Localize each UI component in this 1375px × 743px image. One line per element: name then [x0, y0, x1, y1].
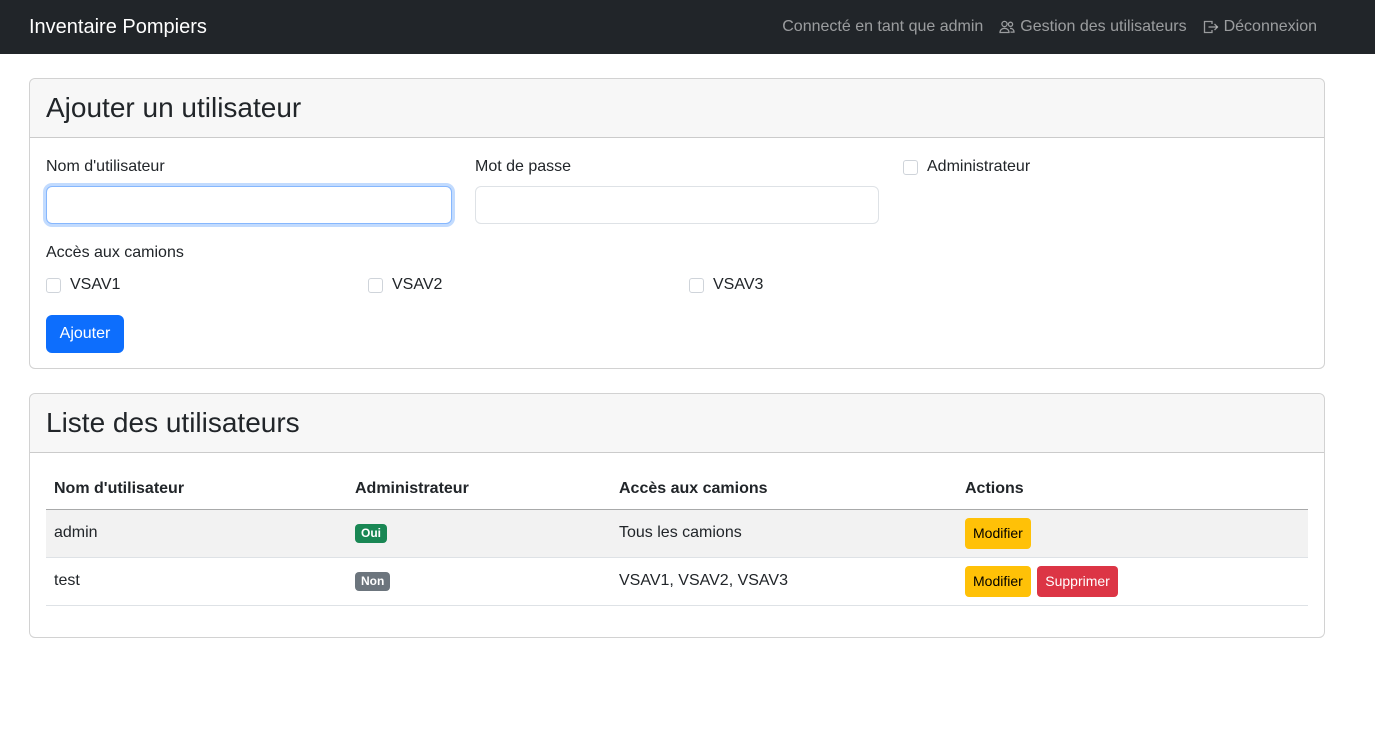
- column-header-trucks: Accès aux camions: [611, 469, 957, 510]
- add-user-card: Ajouter un utilisateur Nom d'utilisateur…: [29, 78, 1325, 369]
- logout-link[interactable]: Déconnexion: [1203, 16, 1317, 38]
- add-user-button[interactable]: Ajouter: [46, 315, 124, 353]
- delete-user-button[interactable]: Supprimer: [1037, 565, 1118, 597]
- user-list-card: Liste des utilisateurs Nom d'utilisateur…: [29, 393, 1325, 638]
- password-label: Mot de passe: [475, 158, 572, 175]
- navbar: Inventaire Pompiers Connecté en tant que…: [0, 0, 1375, 54]
- user-management-label: Gestion des utilisateurs: [1020, 18, 1187, 35]
- admin-checkbox-label: Administrateur: [927, 158, 1031, 175]
- admin-cell: Non: [347, 557, 611, 606]
- box-arrow-right-icon: [1203, 20, 1219, 34]
- edit-user-button[interactable]: Modifier: [965, 565, 1031, 597]
- table-row: test Non VSAV1, VSAV2, VSAV3 Modifier Su…: [46, 557, 1308, 606]
- edit-user-button[interactable]: Modifier: [965, 517, 1031, 549]
- navbar-right: Connecté en tant que admin Gestion des u…: [782, 16, 1317, 38]
- trucks-label: Accès aux camions: [46, 244, 184, 261]
- table-header-row: Nom d'utilisateur Administrateur Accès a…: [46, 469, 1308, 510]
- brand-link[interactable]: Inventaire Pompiers: [29, 14, 207, 40]
- column-header-admin: Administrateur: [347, 469, 611, 510]
- add-user-card-header: Ajouter un utilisateur: [30, 79, 1324, 138]
- logged-in-text: Connecté en tant que admin: [782, 18, 984, 35]
- truck-checkbox[interactable]: [46, 277, 61, 293]
- column-header-username: Nom d'utilisateur: [46, 469, 347, 510]
- username-cell: admin: [46, 509, 347, 558]
- actions-cell: Modifier: [957, 509, 1308, 558]
- user-list-card-header: Liste des utilisateurs: [30, 394, 1324, 453]
- table-row: admin Oui Tous les camions Modifier: [46, 509, 1308, 558]
- truck-checkbox-label: VSAV3: [713, 276, 764, 293]
- user-management-link[interactable]: Gestion des utilisateurs: [999, 16, 1187, 38]
- admin-status-badge: Oui: [355, 523, 387, 543]
- trucks-cell: Tous les camions: [611, 509, 957, 558]
- truck-option-vsav1: VSAV1: [46, 275, 120, 295]
- logout-label: Déconnexion: [1223, 18, 1317, 35]
- add-user-title: Ajouter un utilisateur: [46, 92, 302, 123]
- actions-cell: Modifier Supprimer: [957, 557, 1308, 606]
- admin-cell: Oui: [347, 509, 611, 558]
- admin-checkbox-row: Administrateur: [903, 157, 1030, 177]
- truck-option-vsav2: VSAV2: [368, 275, 442, 295]
- trucks-cell: VSAV1, VSAV2, VSAV3: [611, 557, 957, 606]
- username-cell: test: [46, 557, 347, 606]
- username-label: Nom d'utilisateur: [46, 158, 165, 175]
- truck-checkbox[interactable]: [368, 277, 383, 293]
- admin-status-badge: Non: [355, 571, 391, 591]
- password-input[interactable]: [475, 186, 879, 224]
- people-icon: [999, 20, 1015, 34]
- truck-checkbox-label: VSAV2: [392, 276, 443, 293]
- user-list-title: Liste des utilisateurs: [46, 407, 300, 438]
- admin-checkbox[interactable]: [903, 159, 918, 175]
- truck-checkbox-label: VSAV1: [70, 276, 121, 293]
- column-header-actions: Actions: [957, 469, 1308, 510]
- truck-option-vsav3: VSAV3: [689, 275, 763, 295]
- users-table: Nom d'utilisateur Administrateur Accès a…: [46, 469, 1308, 606]
- truck-checkbox[interactable]: [689, 277, 704, 293]
- username-input[interactable]: [46, 186, 452, 224]
